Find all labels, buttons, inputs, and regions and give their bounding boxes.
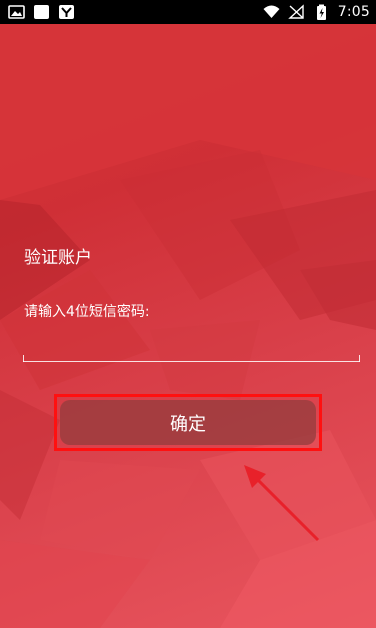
input-tick-left xyxy=(23,355,24,362)
battery-charging-icon xyxy=(316,4,326,20)
input-tick-right xyxy=(359,355,360,362)
sms-code-field xyxy=(23,330,360,362)
verify-account-screen: 7:05 验证账户 请输入4位短信密码: 确定 xyxy=(0,0,376,628)
app-y-icon xyxy=(59,5,74,19)
square-icon xyxy=(34,5,49,19)
image-icon xyxy=(8,5,25,19)
input-underline xyxy=(23,361,360,362)
no-signal-icon xyxy=(287,4,304,19)
wifi-icon xyxy=(263,5,280,18)
sms-code-prompt: 请输入4位短信密码: xyxy=(24,304,150,320)
sms-code-input[interactable] xyxy=(23,330,360,362)
status-bar: 7:05 xyxy=(0,0,376,24)
confirm-button[interactable]: 确定 xyxy=(60,400,316,445)
status-time: 7:05 xyxy=(337,4,370,20)
page-title: 验证账户 xyxy=(24,248,92,268)
